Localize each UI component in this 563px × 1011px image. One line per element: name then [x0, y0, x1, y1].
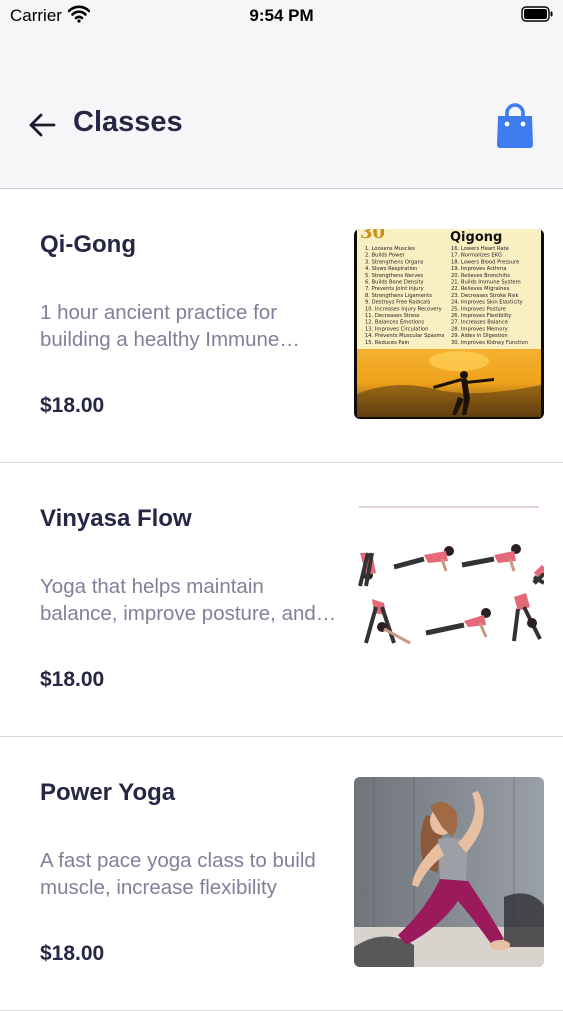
image-heading: Qigong [450, 230, 502, 245]
clock-time: 9:54 PM [249, 6, 314, 25]
benefit-item: 30. Improves Kidney Function [451, 340, 528, 346]
benefit-item: 19. Improves Asthma [451, 266, 506, 272]
benefit-item: 14. Prevents Muscular Spasms [365, 333, 445, 339]
benefit-item: 17. Normalizes EKG [451, 253, 502, 259]
svg-text:30: 30 [360, 229, 385, 243]
benefit-item: 20. Relieves Bronchitis [451, 273, 510, 279]
benefit-item: 6. Builds Bone Density [365, 280, 424, 286]
benefit-item: 21. Builds Immune System [451, 280, 521, 286]
class-thumbnail [354, 777, 544, 967]
class-name: Power Yoga [40, 779, 176, 806]
cart-button[interactable] [493, 102, 537, 150]
benefit-item: 12. Balances Emotions [365, 320, 424, 326]
benefit-item: 11. Decreases Stress [365, 313, 420, 319]
navigation-bar: Classes [0, 30, 563, 189]
class-description: 1 hour ancient practice for building a h… [40, 301, 280, 351]
benefit-item: 29. Aides in Digestion [451, 333, 508, 339]
benefit-item: 9. Destroys Free Radicals [365, 300, 431, 306]
benefit-item: 13. Improves Circulation [365, 326, 428, 332]
class-name: Vinyasa Flow [40, 505, 192, 532]
benefit-item: 27. Increases Balance [451, 320, 508, 326]
class-description: Yoga that helps maintain balance, improv… [40, 575, 316, 625]
benefit-item: 8. Strengthens Ligaments [365, 293, 432, 299]
benefit-item: 23. Decreases Stroke Risk [451, 293, 519, 299]
benefit-item: 26. Improves Flexibility [451, 313, 511, 319]
benefit-item: 16. Lowers Heart Rate [451, 246, 509, 252]
class-price: $18.00 [40, 394, 105, 417]
class-thumbnail: 30 Qigong 1. Loosens Muscles 2. Builds Po… [354, 229, 544, 419]
benefit-item: 2. Builds Power [365, 253, 406, 259]
benefit-item: 3. Strengthens Organs [365, 259, 424, 265]
class-list: Qi-Gong 1 hour ancient practice for buil… [0, 189, 563, 1011]
benefit-item: 15. Reduces Pain [365, 340, 409, 346]
class-price: $18.00 [40, 668, 105, 691]
status-bar: Carrier 9:54 PM [0, 0, 563, 30]
shopping-bag-icon [497, 103, 533, 148]
benefit-item: 10. Increases Injury Recovery [365, 306, 442, 312]
class-row-vinyasa-flow[interactable]: Vinyasa Flow Yoga that helps maintain ba… [0, 463, 563, 737]
arrow-left-icon [29, 113, 56, 137]
battery-icon [521, 6, 553, 27]
class-row-qi-gong[interactable]: Qi-Gong 1 hour ancient practice for buil… [0, 189, 563, 463]
benefit-item: 24. Improves Skin Elasticity [451, 300, 523, 306]
class-price: $18.00 [40, 942, 105, 965]
benefit-item: 28. Improves Memory [451, 326, 508, 332]
class-description: A fast pace yoga class to build muscle, … [40, 849, 316, 899]
benefit-item: 22. Relieves Migraines [451, 286, 510, 292]
benefit-item: 18. Lowers Blood Pressure [451, 259, 519, 265]
benefit-item: 7. Prevents Joint Injury [365, 286, 424, 292]
benefit-item: 1. Loosens Muscles [365, 246, 415, 252]
benefit-item: 25. Improves Posture [451, 306, 506, 312]
benefit-item: 4. Slows Respiration [365, 266, 417, 272]
page-title: Classes [73, 106, 183, 138]
class-thumbnail [354, 503, 544, 693]
class-row-power-yoga[interactable]: Power Yoga A fast pace yoga class to bui… [0, 737, 563, 1011]
back-button[interactable] [28, 110, 58, 140]
class-name: Qi-Gong [40, 231, 136, 258]
benefit-item: 5. Strengthens Nerves [365, 273, 423, 279]
